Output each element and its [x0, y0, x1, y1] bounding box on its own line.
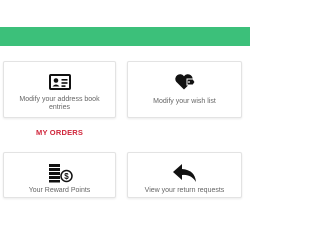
heart-tag-icon [174, 73, 196, 96]
money-coins-icon: $ [47, 163, 73, 188]
address-card-icon [48, 74, 71, 95]
reward-points-card[interactable]: $ Your Reward Points [3, 152, 116, 198]
return-arrow-icon [172, 163, 198, 188]
address-book-card[interactable]: Modify your address book entries [3, 61, 116, 118]
my-orders-heading: MY ORDERS [36, 128, 84, 137]
address-book-label: Modify your address book entries [19, 96, 100, 111]
return-requests-label: View your return requests [144, 187, 225, 194]
top-banner [0, 27, 250, 46]
return-requests-card[interactable]: View your return requests [127, 152, 242, 198]
wishlist-card[interactable]: Modify your wish list [127, 61, 242, 118]
reward-points-label: Your Reward Points [28, 187, 91, 194]
wishlist-label: Modify your wish list [153, 98, 216, 105]
account-page: Modify your address book entries Modify … [0, 0, 250, 250]
svg-text:$: $ [64, 172, 69, 181]
